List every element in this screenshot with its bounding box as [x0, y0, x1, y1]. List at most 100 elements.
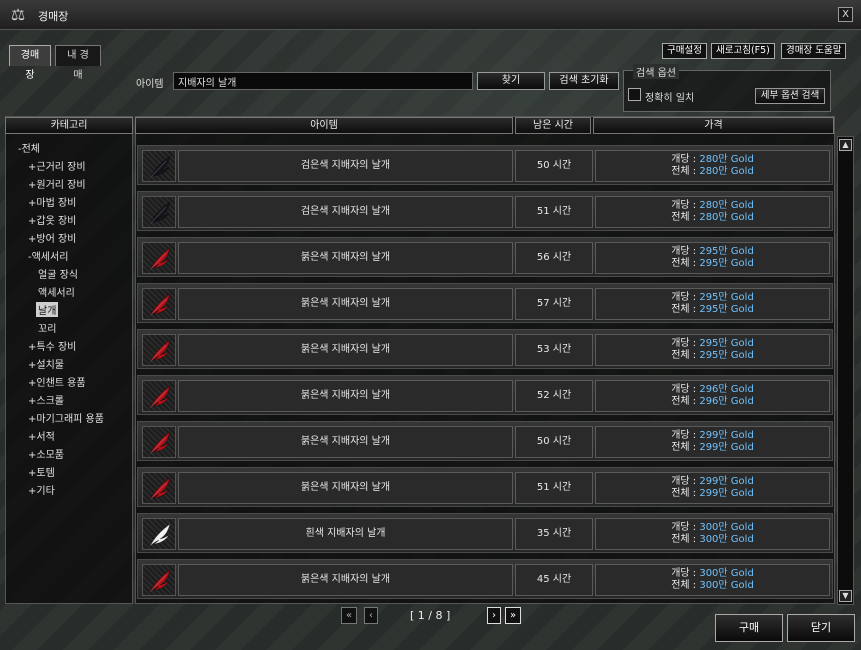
item-row[interactable]: 붉은색 지배자의 날개 50 시간 개당 : 299만 Gold 전체 : 299만 …: [137, 421, 833, 461]
window-titlebar[interactable]: ⚖ 경매장 X: [0, 0, 861, 30]
category-special[interactable]: +특수 장비: [28, 338, 76, 353]
exact-match-label: 정확히 일치: [645, 93, 695, 104]
category-melee[interactable]: +근거리 장비: [28, 158, 86, 173]
price-total: 전체 : 300만 Gold: [596, 580, 829, 592]
category-armor[interactable]: +갑옷 장비: [28, 212, 76, 227]
tab-auction[interactable]: 경매장: [9, 45, 51, 81]
item-thumbnail[interactable]: [142, 150, 176, 182]
price-each: 개당 : 299만 Gold: [596, 430, 829, 442]
refresh-button[interactable]: 새로고침(F5): [711, 43, 775, 59]
category-consumables[interactable]: +소모품: [28, 446, 64, 461]
price-each-label: 개당 :: [671, 384, 700, 395]
item-price: 개당 : 299만 Gold 전체 : 299만 Gold: [595, 426, 830, 458]
item-row[interactable]: 붉은색 지배자의 날개 45 시간 개당 : 300만 Gold 전체 : 300만 …: [137, 559, 833, 599]
item-name: 붉은색 지배자의 날개: [178, 288, 513, 320]
category-ranged[interactable]: +원거리 장비: [28, 176, 86, 191]
category-tail[interactable]: 꼬리: [38, 320, 56, 335]
exact-match-checkbox[interactable]: [628, 88, 641, 101]
price-each: 개당 : 295만 Gold: [596, 246, 829, 258]
category-all[interactable]: -전체: [18, 140, 40, 155]
item-row[interactable]: 붉은색 지배자의 날개 53 시간 개당 : 295만 Gold 전체 : 295만 …: [137, 329, 833, 369]
black-wing-icon: [149, 201, 171, 225]
column-header-time-left[interactable]: 남은 시간: [515, 117, 591, 134]
reset-search-button[interactable]: 검색 초기화: [549, 72, 619, 90]
price-each: 개당 : 300만 Gold: [596, 522, 829, 534]
item-thumbnail[interactable]: [142, 196, 176, 228]
prev-page-button[interactable]: ‹: [364, 607, 378, 624]
price-total: 전체 : 300만 Gold: [596, 534, 829, 546]
category-installation[interactable]: +설치물: [28, 356, 64, 371]
price-total: 전체 : 295만 Gold: [596, 258, 829, 270]
item-row[interactable]: 흰색 지배자의 날개 35 시간 개당 : 300만 Gold 전체 : 300만 G…: [137, 513, 833, 553]
category-face-decoration[interactable]: 얼굴 장식: [38, 266, 78, 281]
price-total-label: 전체 :: [671, 488, 700, 499]
category-totem[interactable]: +토템: [28, 464, 55, 479]
category-defense[interactable]: +방어 장비: [28, 230, 76, 245]
detail-search-button[interactable]: 세부 옵션 검색: [755, 88, 825, 104]
close-window-button[interactable]: X: [838, 7, 853, 22]
price-total-value: 300만 Gold: [699, 580, 754, 591]
category-etc[interactable]: +기타: [28, 482, 55, 497]
item-row[interactable]: 붉은색 지배자의 날개 52 시간 개당 : 296만 Gold 전체 : 296만 …: [137, 375, 833, 415]
item-time-left: 50 시간: [515, 426, 593, 458]
column-header-price[interactable]: 가격: [593, 117, 834, 134]
item-row[interactable]: 붉은색 지배자의 날개 56 시간 개당 : 295만 Gold 전체 : 295만 …: [137, 237, 833, 277]
item-name: 붉은색 지배자의 날개: [178, 380, 513, 412]
price-each: 개당 : 295만 Gold: [596, 292, 829, 304]
category-accessories[interactable]: 액세서리: [38, 284, 75, 299]
item-thumbnail[interactable]: [142, 242, 176, 274]
find-button[interactable]: 찾기: [477, 72, 545, 90]
item-price: 개당 : 300만 Gold 전체 : 300만 Gold: [595, 564, 830, 596]
item-thumbnail[interactable]: [142, 380, 176, 412]
next-page-button[interactable]: ›: [487, 607, 501, 624]
column-header-item[interactable]: 아이템: [135, 117, 513, 134]
category-wings-selected[interactable]: 날개: [36, 302, 59, 317]
price-total: 전체 : 280만 Gold: [596, 212, 829, 224]
category-books[interactable]: +서적: [28, 428, 55, 443]
category-magic[interactable]: +마법 장비: [28, 194, 76, 209]
buy-button[interactable]: 구매: [715, 614, 783, 642]
price-total-value: 280만 Gold: [699, 212, 754, 223]
category-enchant[interactable]: +인챈트 용품: [28, 374, 86, 389]
scroll-down-icon[interactable]: ▼: [839, 590, 852, 602]
auction-help-button[interactable]: 경매장 도움말: [781, 43, 847, 59]
red-wing-icon: [149, 431, 171, 455]
price-each-label: 개당 :: [671, 430, 700, 441]
category-magigraphy[interactable]: +마기그래피 용품: [28, 410, 104, 425]
first-page-button[interactable]: «: [341, 607, 357, 624]
item-name: 흰색 지배자의 날개: [178, 518, 513, 550]
scroll-up-icon[interactable]: ▲: [839, 139, 852, 151]
close-button[interactable]: 닫기: [787, 614, 855, 642]
price-each: 개당 : 280만 Gold: [596, 154, 829, 166]
item-row[interactable]: 검은색 지배자의 날개 50 시간 개당 : 280만 Gold 전체 : 280만 …: [137, 145, 833, 185]
item-time-left: 56 시간: [515, 242, 593, 274]
item-price: 개당 : 280만 Gold 전체 : 280만 Gold: [595, 150, 830, 182]
item-row[interactable]: 붉은색 지배자의 날개 57 시간 개당 : 295만 Gold 전체 : 295만 …: [137, 283, 833, 323]
item-name: 붉은색 지배자의 날개: [178, 564, 513, 596]
purchase-settings-button[interactable]: 구매설정: [662, 43, 707, 59]
item-price: 개당 : 295만 Gold 전체 : 295만 Gold: [595, 334, 830, 366]
price-total-value: 295만 Gold: [699, 304, 754, 315]
item-thumbnail[interactable]: [142, 426, 176, 458]
item-thumbnail[interactable]: [142, 334, 176, 366]
price-total-label: 전체 :: [671, 534, 700, 545]
price-total-value: 295만 Gold: [699, 350, 754, 361]
price-each-label: 개당 :: [671, 338, 700, 349]
price-each: 개당 : 299만 Gold: [596, 476, 829, 488]
item-thumbnail[interactable]: [142, 472, 176, 504]
red-wing-icon: [149, 385, 171, 409]
tab-my-auction[interactable]: 내 경매: [55, 45, 101, 81]
last-page-button[interactable]: »: [505, 607, 521, 624]
item-thumbnail[interactable]: [142, 288, 176, 320]
category-accessory[interactable]: -액세서리: [28, 248, 68, 263]
category-scroll[interactable]: +스크롤: [28, 392, 64, 407]
item-price: 개당 : 299만 Gold 전체 : 299만 Gold: [595, 472, 830, 504]
scales-icon: ⚖: [10, 5, 26, 24]
item-thumbnail[interactable]: [142, 518, 176, 550]
item-thumbnail[interactable]: [142, 564, 176, 596]
results-scrollbar[interactable]: ▲ ▼: [837, 136, 854, 605]
item-row[interactable]: 검은색 지배자의 날개 51 시간 개당 : 280만 Gold 전체 : 280만 …: [137, 191, 833, 231]
item-time-left: 52 시간: [515, 380, 593, 412]
item-search-input[interactable]: [173, 72, 473, 90]
item-row[interactable]: 붉은색 지배자의 날개 51 시간 개당 : 299만 Gold 전체 : 299만 …: [137, 467, 833, 507]
